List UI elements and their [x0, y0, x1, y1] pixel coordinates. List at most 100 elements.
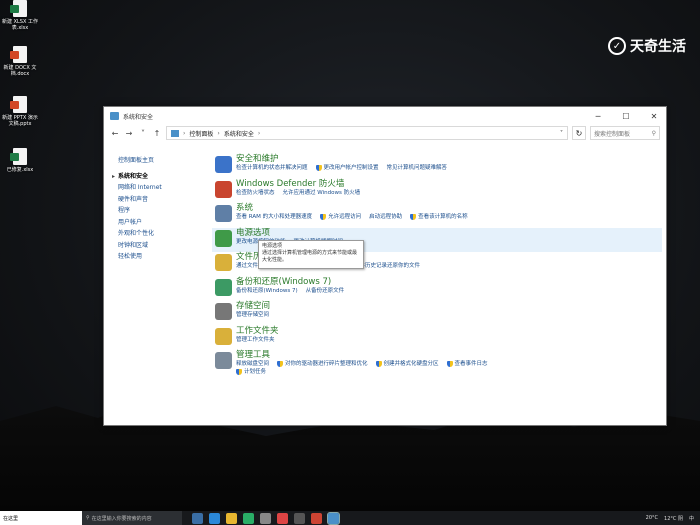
address-dropdown-button[interactable]: ˅	[560, 130, 563, 137]
weather-temp[interactable]: 20°C	[646, 515, 658, 521]
category-title[interactable]: 工作文件夹	[236, 326, 662, 336]
category-title[interactable]: 备份和还原(Windows 7)	[236, 277, 662, 287]
nav-network-internet[interactable]: 网络和 Internet	[118, 182, 198, 194]
left-navigation: 控制面板主页 系统和安全 网络和 Internet 硬件和声音 程序 用户帐户 …	[112, 155, 198, 263]
taskbar-search-placeholder: 在这里输入你要搜索的内容	[91, 515, 152, 522]
category-title[interactable]: 管理工具	[236, 350, 662, 360]
category-link[interactable]: 启动远程协助	[369, 213, 402, 221]
uac-shield-icon	[277, 360, 284, 367]
category-link[interactable]: 释放磁盘空间	[236, 360, 269, 368]
work-folders-icon	[215, 327, 232, 345]
search-icon: ⚲	[86, 515, 90, 521]
search-placeholder: 搜索控制面板	[594, 130, 631, 138]
tooltip: 电源选项 通过选择计算机管理电源的方式来节能或最大化性能。	[258, 240, 364, 269]
desktop-icon-xls[interactable]: 已修复.xlsx	[0, 148, 40, 173]
weather-text[interactable]: 12°C 阴	[664, 515, 683, 522]
uac-shield-icon	[410, 213, 417, 220]
flag-icon	[215, 156, 232, 173]
uac-shield-icon	[236, 368, 242, 375]
maximize-button[interactable]: ☐	[614, 107, 638, 125]
breadcrumb-system-security[interactable]: 系统和安全	[224, 129, 254, 138]
refresh-button[interactable]: ↻	[572, 126, 586, 140]
xls-file-icon	[10, 148, 27, 165]
close-button[interactable]: ✕	[642, 107, 666, 125]
back-button[interactable]: ←	[110, 129, 120, 138]
category-link-shield[interactable]: 计划任务	[236, 368, 266, 376]
desktop-icon-label: 已修复.xlsx	[6, 167, 34, 173]
category-link[interactable]: 管理存储空间	[236, 311, 269, 319]
app-icon[interactable]	[294, 512, 305, 524]
taskbar: 在这里 ⚲ 在这里输入你要搜索的内容 20°C 12°C 阴 中	[0, 511, 700, 525]
storage-spaces-icon	[215, 303, 232, 320]
firewall-icon	[215, 180, 232, 198]
category-title[interactable]: 存储空间	[236, 301, 662, 311]
category-link[interactable]: 管理工作文件夹	[236, 336, 275, 344]
category-title[interactable]: 安全和维护	[236, 154, 662, 164]
category-storage-spaces: 存储空间 管理存储空间	[212, 301, 662, 326]
category-link-shield[interactable]: 允许远程访问	[320, 213, 361, 221]
power-options-icon	[215, 229, 232, 247]
minimize-button[interactable]: ─	[586, 107, 610, 125]
tooltip-title: 电源选项	[262, 243, 283, 249]
category-link-shield[interactable]: 查看事件日志	[446, 360, 488, 368]
control-panel-icon	[110, 112, 119, 120]
content-area: 控制面板主页 系统和安全 网络和 Internet 硬件和声音 程序 用户帐户 …	[104, 145, 666, 425]
control-panel-taskbar-icon[interactable]	[327, 511, 340, 525]
nav-clock-region[interactable]: 时钟和区域	[118, 240, 198, 252]
task-view-icon[interactable]	[192, 512, 203, 524]
category-security-maintenance: 安全和维护 检查计算机的状态并解决问题 更改用户帐户控制设置 常见计算机问题疑难…	[212, 154, 662, 179]
desktop-icon-docx[interactable]: 新建 DOCX 文档.docx	[0, 46, 40, 77]
ime-indicator[interactable]: 中	[689, 515, 694, 522]
category-title[interactable]: 系统	[236, 203, 662, 213]
wechat-icon[interactable]	[243, 512, 254, 524]
chrome-icon[interactable]	[277, 512, 288, 524]
recent-locations-button[interactable]: ˅	[138, 129, 148, 138]
category-link[interactable]: 备份和还原(Windows 7)	[236, 287, 298, 295]
nav-system-security[interactable]: 系统和安全	[112, 171, 198, 183]
nav-user-accounts[interactable]: 用户帐户	[118, 217, 198, 229]
category-link[interactable]: 常见计算机问题疑难解答	[387, 164, 448, 172]
desktop-icon-pptx[interactable]: 新建 PPTX 演示文稿.pptx	[0, 96, 40, 127]
system-tray: 20°C 12°C 阴 中	[646, 515, 700, 522]
title-bar[interactable]: 系统和安全 ─ ☐ ✕	[104, 107, 666, 125]
xlsx-file-icon	[10, 0, 27, 17]
control-panel-icon	[171, 129, 179, 137]
category-link[interactable]: 允许应用通过 Windows 防火墙	[283, 189, 361, 197]
nav-appearance[interactable]: 外观和个性化	[118, 228, 198, 240]
category-link[interactable]: 从备份还原文件	[306, 287, 345, 295]
category-link[interactable]: 检查计算机的状态并解决问题	[236, 164, 308, 172]
docx-file-icon	[10, 46, 27, 63]
up-button[interactable]: ↑	[152, 129, 162, 138]
address-bar[interactable]: › 控制面板 › 系统和安全 › ˅	[166, 126, 568, 140]
nav-programs[interactable]: 程序	[118, 205, 198, 217]
computer-icon	[215, 205, 232, 222]
chevron-right-icon: ›	[257, 129, 261, 137]
start-button[interactable]: 在这里	[0, 511, 82, 525]
edge-icon[interactable]	[209, 512, 220, 524]
taskbar-search[interactable]: ⚲ 在这里输入你要搜索的内容	[82, 511, 182, 525]
category-link-shield[interactable]: 更改用户帐户控制设置	[315, 164, 379, 172]
app-icon[interactable]	[260, 512, 271, 524]
category-link-shield[interactable]: 创建并格式化硬盘分区	[375, 360, 439, 368]
search-icon: ⚲	[651, 129, 656, 137]
category-list: 安全和维护 检查计算机的状态并解决问题 更改用户帐户控制设置 常见计算机问题疑难…	[212, 154, 662, 384]
category-link[interactable]: 查看 RAM 的大小和处理器速度	[236, 213, 312, 221]
category-title[interactable]: Windows Defender 防火墙	[236, 179, 662, 189]
forward-button[interactable]: →	[124, 129, 134, 138]
category-title[interactable]: 电源选项	[236, 228, 662, 238]
category-firewall: Windows Defender 防火墙 检查防火墙状态 允许应用通过 Wind…	[212, 179, 662, 204]
pptx-file-icon	[10, 96, 27, 113]
wps-icon[interactable]	[311, 512, 322, 524]
nav-control-panel-home[interactable]: 控制面板主页	[118, 155, 198, 167]
control-panel-window: 系统和安全 ─ ☐ ✕ ← → ˅ ↑ › 控制面板 › 系统和安全 › ˅ ↻…	[103, 106, 667, 426]
file-explorer-icon[interactable]	[226, 512, 237, 524]
category-link[interactable]: 检查防火墙状态	[236, 189, 275, 197]
category-link-shield[interactable]: 对你的驱动器进行碎片整理和优化	[277, 360, 368, 368]
search-input[interactable]: 搜索控制面板 ⚲	[590, 126, 660, 140]
category-link-shield[interactable]: 查看该计算机的名称	[410, 213, 468, 221]
nav-hardware-sound[interactable]: 硬件和声音	[118, 194, 198, 206]
desktop-icon-xlsx[interactable]: 新建 XLSX 工作表.xlsx	[0, 0, 40, 31]
breadcrumb-control-panel[interactable]: 控制面板	[189, 129, 213, 138]
admin-tools-icon	[215, 352, 232, 369]
nav-ease-of-access[interactable]: 轻松使用	[118, 251, 198, 263]
